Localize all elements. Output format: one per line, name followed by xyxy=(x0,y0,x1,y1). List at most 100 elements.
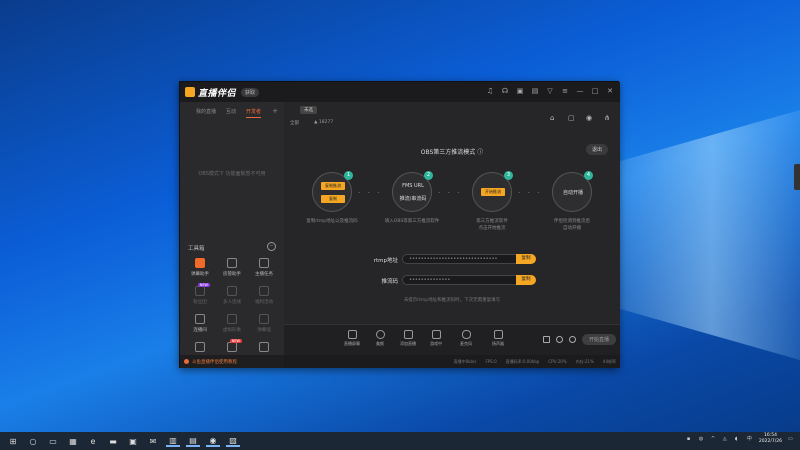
category-label: 全部 xyxy=(290,121,299,126)
step-4-caption-line-2: 自动开播 xyxy=(563,226,581,231)
step-4-caption: 伴侣检测到推流后 自动开播 xyxy=(537,218,607,232)
record-icon[interactable] xyxy=(542,336,550,343)
obs-icon[interactable]: ◉ xyxy=(206,435,220,447)
network-icon[interactable]: ◬ xyxy=(723,436,729,442)
tray-app-1-icon[interactable]: ▪ xyxy=(687,436,693,442)
tool-label: 连播间 xyxy=(193,328,207,333)
tool-item[interactable]: 弹幕墙 xyxy=(248,314,280,336)
mail-icon[interactable]: ✉ xyxy=(146,435,160,447)
minimize-icon[interactable]: — xyxy=(576,87,584,95)
fans-value: 18277 xyxy=(318,120,334,125)
tool-item[interactable]: 粉丝团 NEW xyxy=(184,283,216,308)
share-icon[interactable]: ⋔ xyxy=(604,114,612,122)
ime-icon[interactable]: 中 xyxy=(747,436,753,442)
tools-collapse-icon[interactable]: − xyxy=(267,242,276,251)
live-companion-icon[interactable]: ▨ xyxy=(226,435,240,447)
windows-start-icon[interactable]: ⊞ xyxy=(6,435,20,447)
tool-label: 福利活动 xyxy=(255,300,273,305)
clock[interactable]: 16:54 2022/7/26 xyxy=(759,433,782,445)
obs-mode-title: OBS第三方推流模式 ⓘ xyxy=(420,149,484,156)
app-2-icon[interactable]: ▤ xyxy=(186,435,200,447)
version-pill[interactable]: 获取 xyxy=(241,87,260,97)
tool-icon xyxy=(227,314,237,324)
record-icon[interactable]: ▤ xyxy=(531,87,539,95)
start-live-button[interactable]: 开始直播 xyxy=(581,334,616,345)
status-cpu: CPU:20% xyxy=(548,359,567,364)
step-1-copy[interactable]: 复制 xyxy=(321,195,345,203)
search-icon[interactable]: ○ xyxy=(26,435,40,447)
step-3-start-push: 开始推流 xyxy=(481,188,505,196)
app-title: 直播伴侣 xyxy=(198,88,237,99)
step-3-caption-line-1: 第三方推流软件 xyxy=(476,219,508,224)
notification-icon[interactable]: ▭ xyxy=(788,436,794,442)
game-label: 游戏中 xyxy=(430,341,442,346)
close-icon[interactable]: ✕ xyxy=(606,87,614,95)
screen-capture-button[interactable]: 直播屏幕 xyxy=(340,330,364,347)
shirt-icon[interactable]: ▽ xyxy=(546,87,554,95)
task-view-icon[interactable]: ▭ xyxy=(46,435,60,447)
tray-chevron-icon[interactable]: ^ xyxy=(711,436,717,442)
microphone-button[interactable]: 麦克风 xyxy=(454,330,478,347)
sidebar-empty-message: OBS模式下 功能面板暂不可用 xyxy=(198,171,266,177)
tab-interact[interactable]: 互动 xyxy=(226,108,236,118)
maximize-icon[interactable]: □ xyxy=(591,87,599,95)
tool-item[interactable]: 弹幕助手 xyxy=(184,258,216,280)
headset-icon[interactable]: ♫ xyxy=(486,87,494,95)
tool-item[interactable]: 连播间 xyxy=(184,314,216,336)
add-live-button[interactable]: 添加直播 xyxy=(396,330,420,347)
tool-item[interactable]: 主播任务 xyxy=(248,258,280,280)
support-icon[interactable]: ☊ xyxy=(501,87,509,95)
clock-date: 2022/7/26 xyxy=(758,439,782,444)
tool-item[interactable]: 多人连线 xyxy=(216,286,248,308)
tab-developer[interactable]: 开发者 xyxy=(246,108,262,118)
exit-obs-button[interactable]: 退出 xyxy=(585,144,608,155)
tool-icon xyxy=(259,314,269,324)
rtmp-field[interactable]: •••••••••••••••••••••••••••••• xyxy=(402,254,520,264)
widgets-icon[interactable]: ▦ xyxy=(66,435,80,447)
tool-icon xyxy=(259,286,269,296)
game-tag[interactable]: 未选 xyxy=(300,106,317,114)
lock-icon[interactable]: ▢ xyxy=(568,114,576,122)
main-panel: 未选 全部 ▲ 18277 ⌂ ▢ ◉ ⋔ OBS第三方推流模式 ⓘ 退出 1 … xyxy=(284,102,620,355)
settings-icon[interactable] xyxy=(568,336,576,343)
file-explorer-icon[interactable]: ▬ xyxy=(106,435,120,447)
edge-icon[interactable]: e xyxy=(86,435,100,447)
status-bitrate: 直播码率:0.00kbp xyxy=(505,358,540,364)
bell-icon[interactable]: ◉ xyxy=(586,114,594,122)
volume-icon[interactable]: ◖ xyxy=(735,436,741,442)
tab-my-live[interactable]: 我的直播 xyxy=(196,108,216,118)
tool-item[interactable]: 房管助手 xyxy=(216,258,248,280)
message-icon[interactable]: ▣ xyxy=(516,87,524,95)
tool-icon xyxy=(227,342,237,352)
tool-new-badge: NEW xyxy=(197,283,210,287)
copy-rtmp-button[interactable]: 复制 xyxy=(516,254,536,264)
tutorial-link[interactable]: 斗鱼直播伴侣使用教程 xyxy=(180,355,284,368)
store-icon[interactable]: ▣ xyxy=(126,435,140,447)
menu-icon[interactable]: ≡ xyxy=(561,87,569,95)
step-1-caption: 复制rtmp地址以及推流码 xyxy=(297,218,367,225)
tray-app-2-icon[interactable]: ◍ xyxy=(699,436,705,442)
eye-icon[interactable] xyxy=(555,336,563,343)
sidebar-tabs: 我的直播 互动 开发者 xyxy=(180,102,284,118)
sidebar: 我的直播 互动 开发者 + OBS模式下 功能面板暂不可用 工具箱 − 弹幕助手… xyxy=(180,102,284,355)
gift-icon[interactable]: ⌂ xyxy=(550,114,558,122)
step-4-auto-live: 自动开播 xyxy=(562,190,583,196)
app-1-icon[interactable]: ▥ xyxy=(166,435,180,447)
step-3: 3 开始推流 xyxy=(472,171,513,212)
copy-code-button[interactable]: 复制 xyxy=(516,275,536,285)
tool-item[interactable]: 虚拟形象 xyxy=(216,314,248,336)
tool-icon xyxy=(195,258,205,268)
add-icon[interactable]: + xyxy=(272,107,278,115)
step-2-url: FMS URL xyxy=(402,183,424,189)
status-fps: FPS:0 xyxy=(485,359,497,364)
speaker-button[interactable]: 扬声器 xyxy=(486,330,510,347)
step-2-caption: 填入OBS等第三方推流软件 xyxy=(377,218,447,225)
room-info-bar: 未选 全部 ▲ 18277 ⌂ ▢ ◉ ⋔ xyxy=(284,102,620,132)
tool-new-badge: NEW xyxy=(229,339,242,343)
stream-code-field[interactable]: •••••••••••••• xyxy=(402,275,520,285)
beauty-button[interactable]: 美颜 xyxy=(368,330,392,347)
tool-icon xyxy=(195,342,205,352)
game-button[interactable]: 游戏中 xyxy=(424,330,448,347)
tool-item[interactable]: 福利活动 xyxy=(248,286,280,308)
step-1-copy-push[interactable]: 复制推流 xyxy=(321,182,345,190)
